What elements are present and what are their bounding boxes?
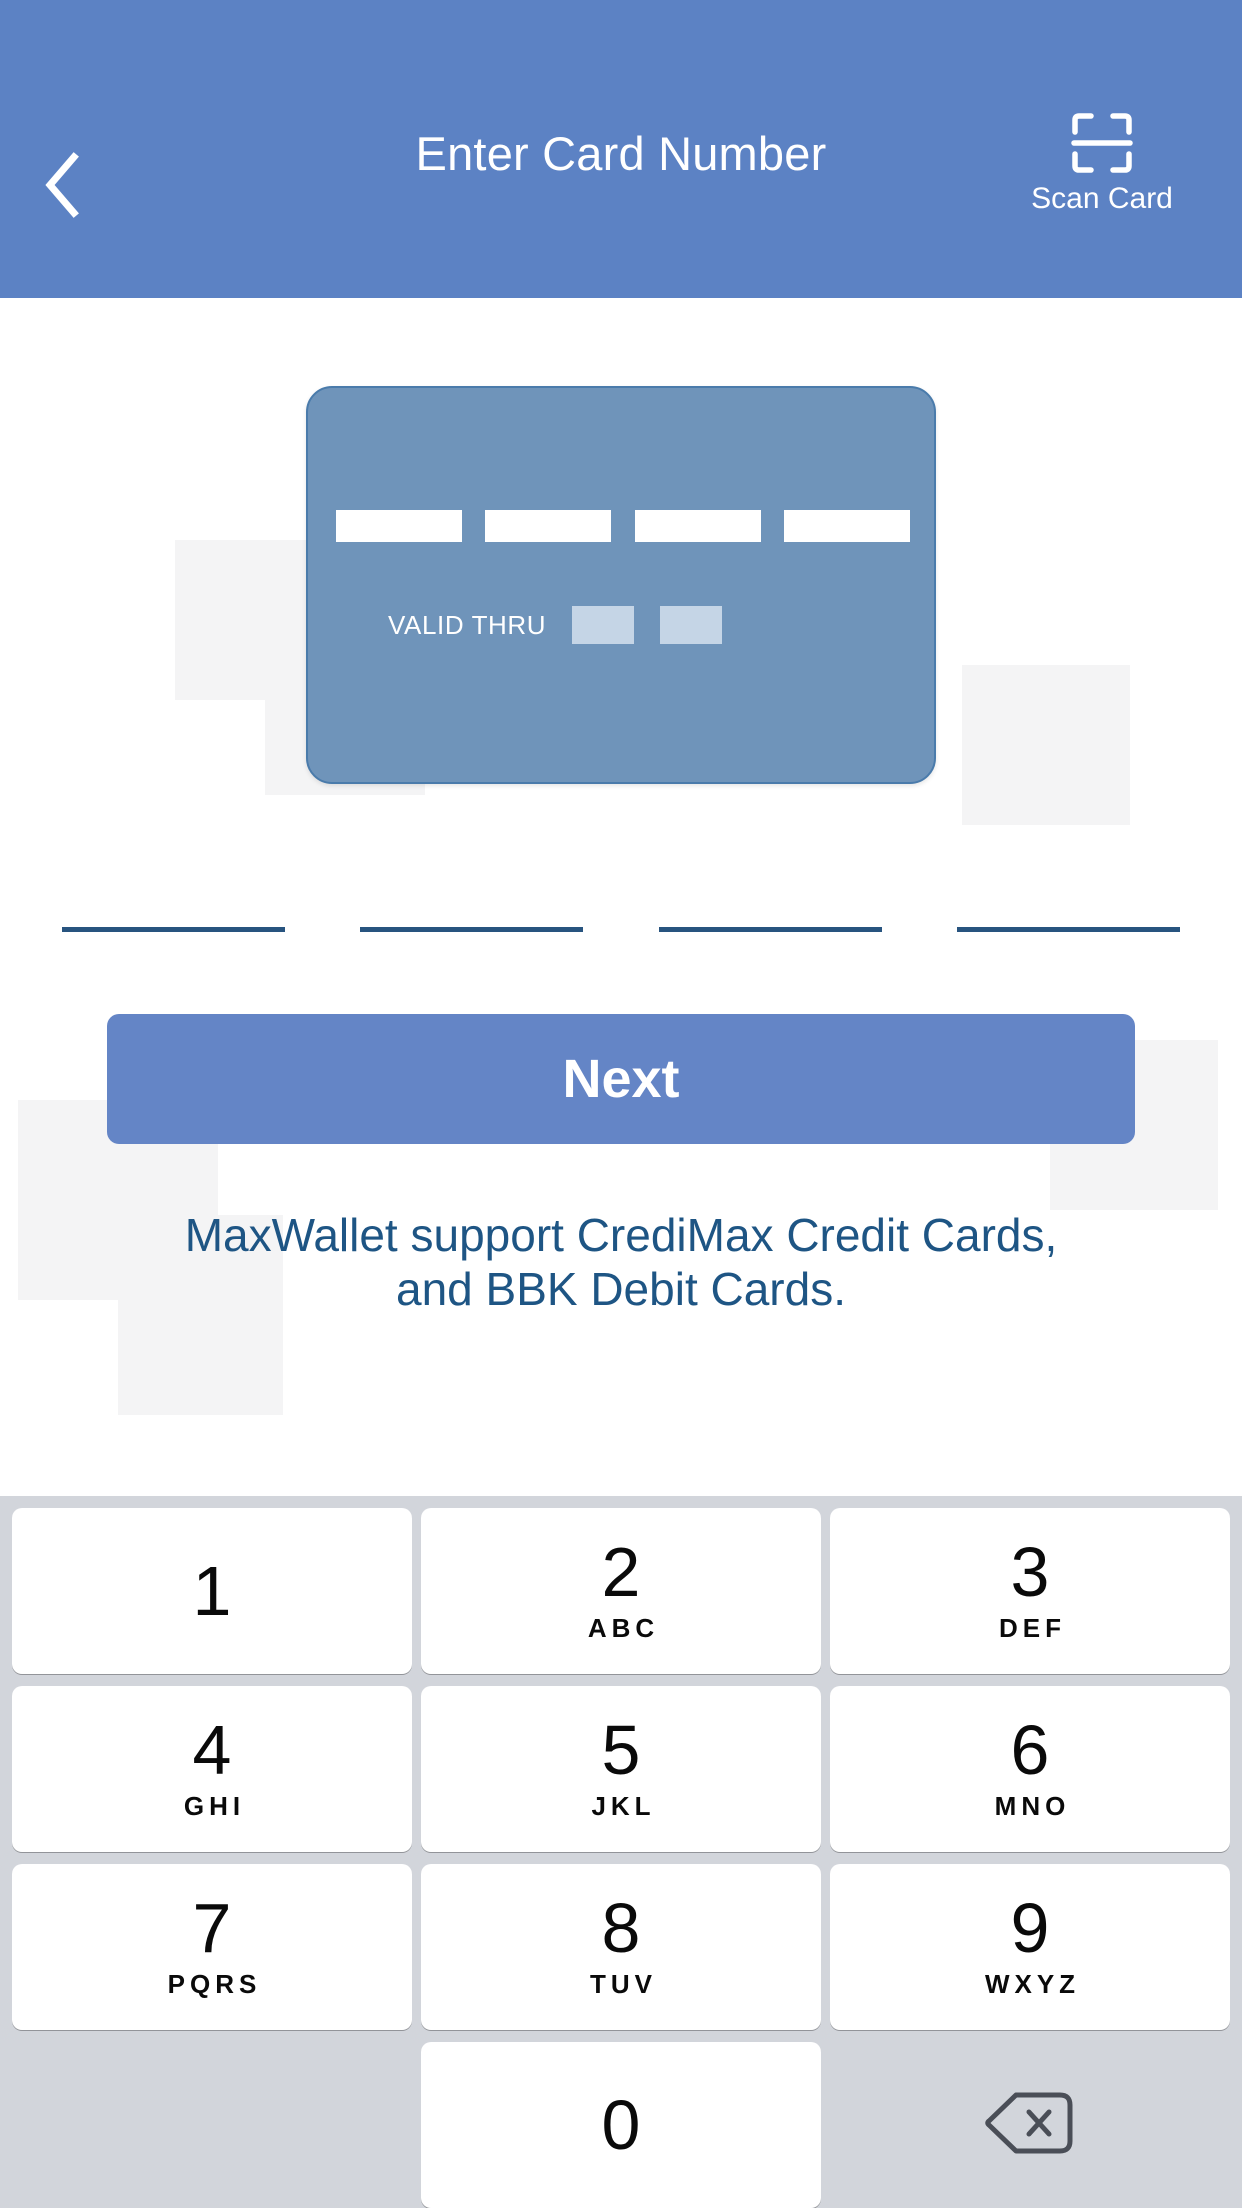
key-letters: WXYZ: [984, 1969, 1081, 1999]
input-underline: [658, 927, 882, 932]
input-underline: [62, 927, 285, 932]
app-header: Enter Card Number Scan Card: [0, 0, 1242, 298]
backspace-key[interactable]: [830, 2042, 1230, 2208]
valid-thru-label: VALID THRU: [388, 610, 547, 640]
back-button[interactable]: [22, 145, 102, 225]
support-note: MaxWallet support CrediMax Credit Cards,…: [91, 1208, 1151, 1317]
key-letters: MNO: [994, 1791, 1071, 1821]
key-letters: JKL: [591, 1791, 656, 1821]
next-button[interactable]: Next: [107, 1014, 1135, 1144]
card-number-block: [634, 510, 761, 542]
key-digit: 6: [1010, 1711, 1050, 1789]
card-number-block: [336, 510, 462, 542]
key-digit: 7: [192, 1889, 232, 1967]
input-underline: [360, 927, 584, 932]
key-digit: 9: [1010, 1889, 1050, 1967]
chevron-left-icon: [40, 151, 84, 219]
key-letters: TUV: [590, 1969, 657, 1999]
card-number-input-group-1[interactable]: [62, 876, 285, 932]
input-underline: [956, 927, 1180, 932]
card-number-block: [783, 510, 910, 542]
key-letters: DEF: [999, 1613, 1066, 1643]
key-5[interactable]: 5 JKL: [421, 1686, 821, 1852]
key-7[interactable]: 7 PQRS: [12, 1864, 412, 2030]
card-illustration-area: VALID THRU: [0, 298, 1242, 784]
key-digit: 0: [601, 2086, 641, 2164]
key-digit: 5: [601, 1711, 641, 1789]
card-number-placeholder-row: [336, 510, 910, 542]
key-2[interactable]: 2 ABC: [421, 1508, 821, 1674]
valid-thru-row: VALID THRU: [388, 606, 723, 644]
key-digit: 1: [192, 1552, 232, 1630]
key-digit: 4: [192, 1711, 232, 1789]
expiry-year-placeholder: [660, 606, 723, 644]
card-number-input-group-2[interactable]: [360, 876, 584, 932]
key-0[interactable]: 0: [421, 2042, 821, 2208]
key-letters: ABC: [587, 1613, 660, 1643]
numeric-keypad: 1 2 ABC 3 DEF 4 GHI 5 JKL 6 MNO 7 PQRS 8…: [0, 1496, 1242, 2208]
scan-card-label: Scan Card: [1031, 182, 1173, 215]
key-digit: 3: [1010, 1533, 1050, 1611]
support-note-line-1: MaxWallet support CrediMax Credit Cards,: [184, 1209, 1058, 1261]
expiry-month-placeholder: [572, 606, 635, 644]
credit-card-illustration: VALID THRU: [306, 386, 936, 784]
key-1[interactable]: 1: [12, 1508, 412, 1674]
key-letters: PQRS: [167, 1969, 262, 1999]
key-digit: 2: [601, 1533, 641, 1611]
keypad-row: 7 PQRS 8 TUV 9 WXYZ: [12, 1864, 1230, 2030]
keypad-row: 4 GHI 5 JKL 6 MNO: [12, 1686, 1230, 1852]
card-number-input-group-4[interactable]: [956, 876, 1180, 932]
support-note-line-2: and BBK Debit Cards.: [395, 1263, 846, 1316]
keypad-row: 1 2 ABC 3 DEF: [12, 1508, 1230, 1674]
card-number-block: [485, 510, 612, 542]
scan-card-button[interactable]: Scan Card: [1002, 112, 1202, 214]
scan-card-icon: [1071, 112, 1133, 174]
key-3[interactable]: 3 DEF: [830, 1508, 1230, 1674]
key-9[interactable]: 9 WXYZ: [830, 1864, 1230, 2030]
key-8[interactable]: 8 TUV: [421, 1864, 821, 2030]
key-4[interactable]: 4 GHI: [12, 1686, 412, 1852]
key-6[interactable]: 6 MNO: [830, 1686, 1230, 1852]
keypad-spacer: [12, 2042, 412, 2208]
card-number-input-group-3[interactable]: [658, 876, 882, 932]
page-title: Enter Card Number: [415, 126, 827, 180]
key-letters: GHI: [183, 1791, 246, 1821]
card-number-input-row: [62, 876, 1180, 932]
keypad-row: 0: [12, 2042, 1230, 2208]
key-digit: 8: [601, 1889, 641, 1967]
backspace-delete-icon: [985, 2090, 1075, 2161]
